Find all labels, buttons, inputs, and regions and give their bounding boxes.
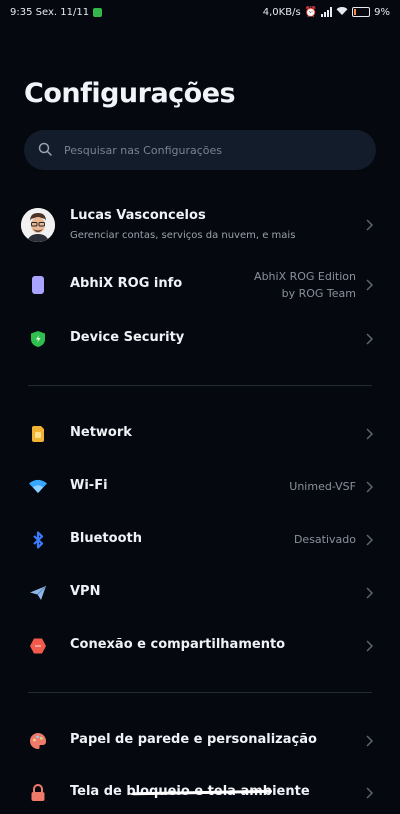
section-divider (28, 385, 372, 386)
settings-item-label: Device Security (70, 330, 185, 345)
section-divider (28, 692, 372, 693)
settings-item-vpn[interactable]: VPN (0, 572, 400, 614)
account-row[interactable]: Lucas Vasconcelos Gerenciar contas, serv… (0, 203, 400, 247)
wifi-icon (28, 477, 48, 497)
settings-item-label: Wi-Fi (70, 478, 108, 493)
settings-item-device-security[interactable]: Device Security (0, 318, 400, 360)
chevron-right-icon (366, 333, 374, 345)
share-icon (28, 636, 48, 656)
settings-item-label: Bluetooth (70, 531, 142, 546)
notification-icon (93, 7, 103, 17)
settings-item-lock-screen[interactable]: Tela de bloqueio e tela ambiente (0, 772, 400, 814)
chevron-right-icon (366, 481, 374, 493)
lock-icon (28, 783, 48, 803)
status-bar: 9:35 Sex. 11/11 4,0KB/s ⏰ 9% (0, 0, 400, 24)
rog-team-text: by ROG Team (281, 287, 356, 300)
chevron-right-icon (366, 787, 374, 799)
bluetooth-status: Desativado (293, 533, 356, 546)
settings-item-rog-info[interactable]: AbhiX ROG info AbhiX ROG Edition by ROG … (0, 264, 400, 306)
wifi-network-name: Unimed-VSF (289, 480, 356, 493)
battery-percent: 9% (374, 6, 390, 18)
search-icon (38, 141, 52, 160)
signal-icon (321, 7, 333, 17)
settings-item-network[interactable]: Network (0, 413, 400, 455)
chevron-right-icon (366, 428, 374, 440)
chevron-right-icon (366, 219, 374, 231)
send-icon (28, 583, 48, 603)
chevron-right-icon (366, 735, 374, 747)
settings-item-wallpaper[interactable]: Papel de parede e personalização (0, 720, 400, 762)
avatar (21, 208, 55, 242)
network-speed: 4,0KB/s (262, 6, 301, 18)
alarm-icon: ⏰ (304, 6, 318, 18)
battery-icon (352, 7, 371, 17)
page-title: Configurações (24, 78, 236, 109)
settings-item-label: Conexão e compartilhamento (70, 637, 286, 652)
search-bar[interactable] (24, 130, 376, 170)
chevron-right-icon (366, 534, 374, 546)
account-subtitle: Gerenciar contas, serviços da nuvem, e m… (70, 230, 296, 241)
settings-item-bluetooth[interactable]: Bluetooth Desativado (0, 519, 400, 561)
rog-edition-text: AbhiX ROG Edition (254, 270, 356, 283)
settings-item-label: AbhiX ROG info (70, 276, 183, 291)
settings-item-connection-sharing[interactable]: Conexão e compartilhamento (0, 625, 400, 667)
settings-item-label: VPN (70, 584, 101, 599)
phone-icon (28, 275, 48, 295)
sim-card-icon (28, 424, 48, 444)
settings-item-wifi[interactable]: Wi-Fi Unimed-VSF (0, 466, 400, 508)
wifi-status-icon (336, 6, 348, 19)
account-name: Lucas Vasconcelos (70, 208, 206, 223)
chevron-right-icon (366, 587, 374, 599)
chevron-right-icon (366, 640, 374, 652)
shield-icon (28, 329, 48, 349)
status-time: 9:35 Sex. 11/11 (10, 6, 90, 18)
palette-icon (28, 731, 48, 751)
settings-item-label: Papel de parede e personalização (70, 732, 317, 747)
settings-item-value: AbhiX ROG Edition by ROG Team (254, 268, 356, 302)
chevron-right-icon (366, 279, 374, 291)
settings-item-label: Network (70, 425, 132, 440)
search-input[interactable] (62, 142, 356, 158)
bluetooth-icon (28, 530, 48, 550)
